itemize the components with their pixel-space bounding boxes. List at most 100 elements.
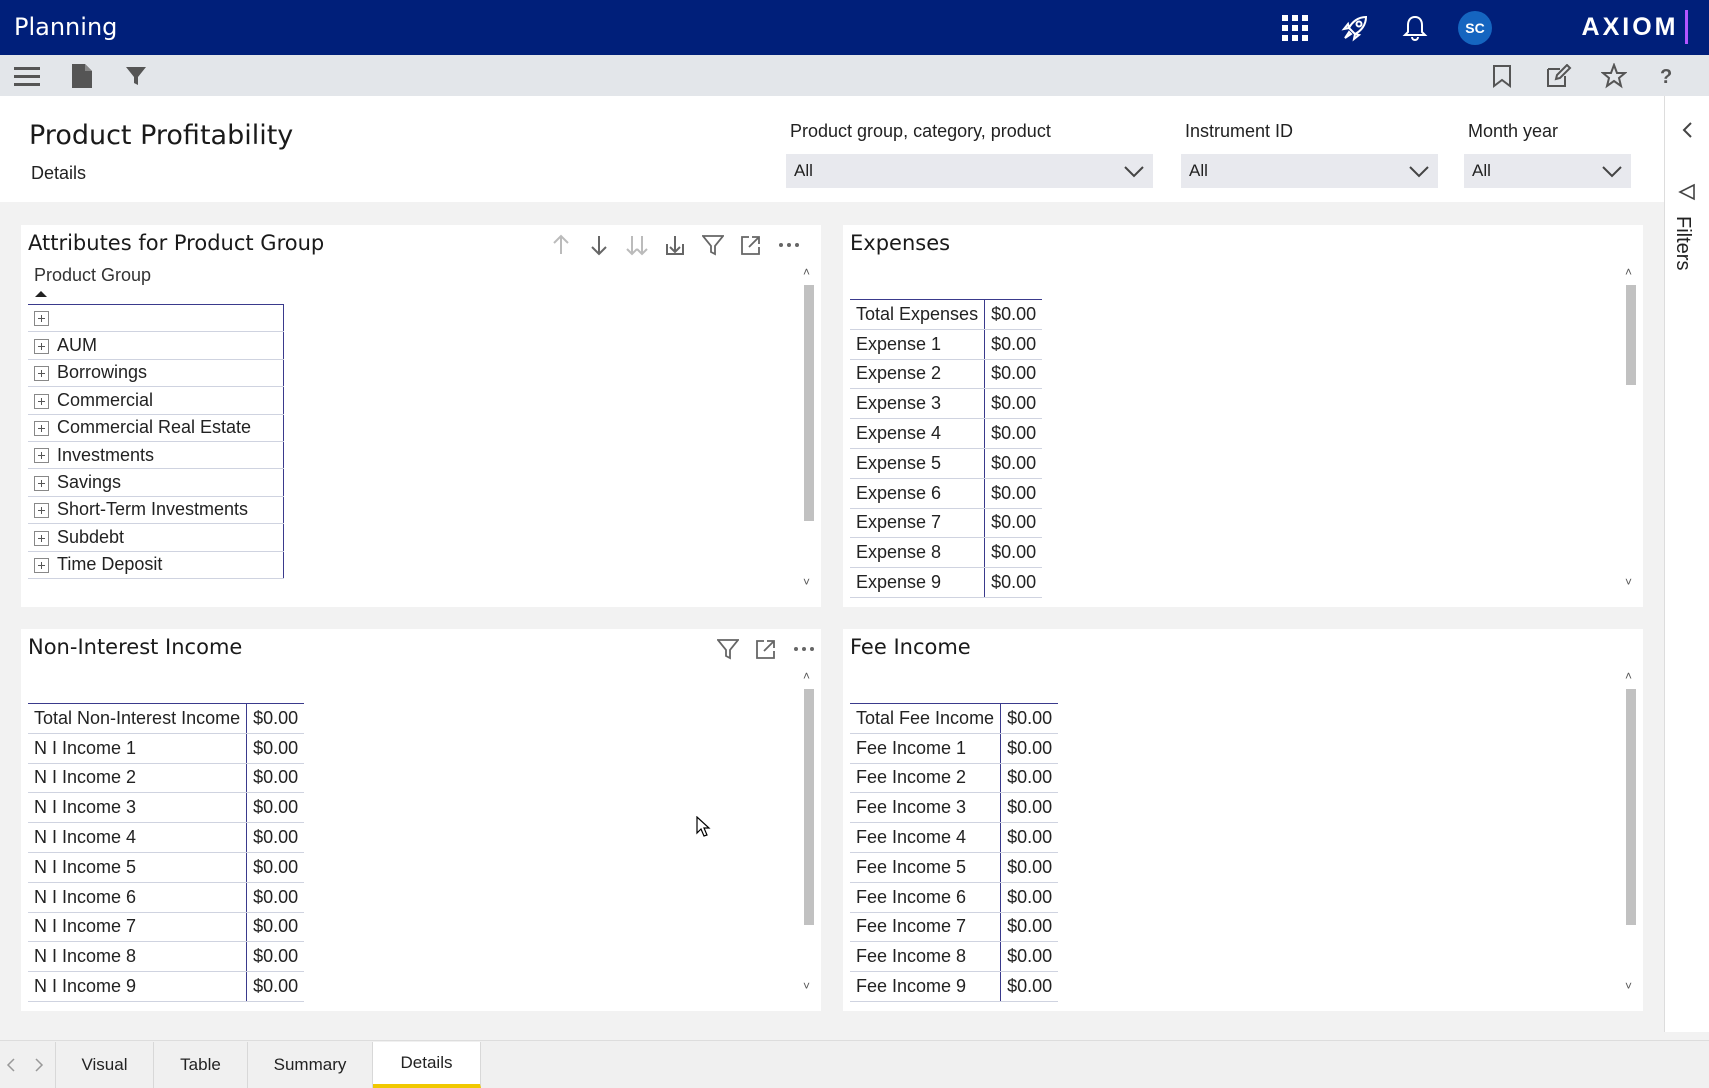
table-row[interactable]: Expense 2 $0.00 xyxy=(850,359,1043,390)
table-row[interactable] xyxy=(28,303,284,333)
move-up-icon[interactable] xyxy=(542,231,580,259)
panel-filter-icon[interactable] xyxy=(694,231,732,259)
filter-month-select[interactable]: All xyxy=(1464,154,1631,188)
table-row[interactable]: N I Income 8 $0.00 xyxy=(28,941,305,973)
expand-plus-icon[interactable] xyxy=(34,311,49,327)
table-row[interactable]: Total Expenses $0.00 xyxy=(850,299,1043,330)
notifications-bell-icon[interactable] xyxy=(1397,10,1433,46)
table-row[interactable]: N I Income 3 $0.00 xyxy=(28,792,305,824)
table-row[interactable]: N I Income 5 $0.00 xyxy=(28,852,305,883)
table-row[interactable]: Fee Income 3 $0.00 xyxy=(850,792,1059,824)
expand-plus-icon[interactable] xyxy=(34,557,49,573)
table-row[interactable]: N I Income 9 $0.00 xyxy=(28,971,305,1002)
scroll-down-icon[interactable]: ˅ xyxy=(1625,575,1632,589)
scroll-up-icon[interactable]: ˄ xyxy=(1625,669,1632,683)
scroll-down-icon[interactable]: ˅ xyxy=(1625,979,1632,993)
table-row[interactable]: Fee Income 1 $0.00 xyxy=(850,733,1059,764)
table-row[interactable]: Expense 1 $0.00 xyxy=(850,329,1043,360)
expand-all-icon[interactable] xyxy=(618,231,656,259)
expand-plus-icon[interactable] xyxy=(34,448,49,464)
filter-product-select[interactable]: All xyxy=(786,154,1153,188)
table-row[interactable]: Subdebt xyxy=(28,523,284,552)
expand-plus-icon[interactable] xyxy=(34,475,49,491)
table-row[interactable]: Savings xyxy=(28,468,284,497)
filter-pin-icon[interactable] xyxy=(1678,183,1696,201)
expand-plus-icon[interactable] xyxy=(34,366,49,382)
table-row[interactable]: Fee Income 6 $0.00 xyxy=(850,882,1059,913)
filter-instrument-select[interactable]: All xyxy=(1181,154,1438,188)
table-row[interactable]: N I Income 7 $0.00 xyxy=(28,912,305,943)
table-row[interactable]: Total Non-Interest Income $0.00 xyxy=(28,703,305,734)
table-row[interactable]: Expense 9 $0.00 xyxy=(850,567,1043,598)
tab-details[interactable]: Details xyxy=(373,1042,481,1088)
expand-plus-icon[interactable] xyxy=(34,338,49,354)
scroll-up-icon[interactable]: ˄ xyxy=(803,669,810,683)
focus-mode-icon[interactable] xyxy=(732,231,770,259)
scroll-thumb[interactable] xyxy=(1626,689,1636,925)
table-row[interactable]: Borrowings xyxy=(28,359,284,388)
column-header-product-group[interactable]: Product Group xyxy=(34,265,151,286)
scroll-up-icon[interactable]: ˄ xyxy=(1625,265,1632,279)
table-row[interactable]: Time Deposit xyxy=(28,551,284,579)
rocket-icon[interactable] xyxy=(1337,10,1373,46)
tab-visual[interactable]: Visual xyxy=(55,1042,154,1088)
panel-filter-icon[interactable] xyxy=(709,635,747,663)
table-row[interactable]: N I Income 6 $0.00 xyxy=(28,882,305,913)
focus-mode-icon[interactable] xyxy=(747,635,785,663)
collapse-chevron-icon[interactable] xyxy=(1681,121,1693,139)
table-row[interactable]: Expense 7 $0.00 xyxy=(850,508,1043,539)
table-row[interactable]: N I Income 4 $0.00 xyxy=(28,822,305,853)
table-row[interactable]: Expense 6 $0.00 xyxy=(850,478,1043,509)
scroll-down-icon[interactable]: ˅ xyxy=(803,979,810,993)
menu-icon[interactable] xyxy=(11,60,43,92)
more-options-icon[interactable] xyxy=(785,635,823,663)
document-icon[interactable] xyxy=(66,60,98,92)
user-avatar[interactable]: SC xyxy=(1458,11,1492,45)
table-row[interactable]: Short-Term Investments xyxy=(28,496,284,525)
table-row[interactable]: Fee Income 5 $0.00 xyxy=(850,852,1059,883)
table-row[interactable]: Fee Income 9 $0.00 xyxy=(850,971,1059,1002)
edit-icon[interactable] xyxy=(1543,60,1575,92)
scroll-thumb[interactable] xyxy=(804,285,814,521)
tab-scroll-left-icon[interactable] xyxy=(6,1058,16,1072)
tab-scroll-right-icon[interactable] xyxy=(34,1058,44,1072)
more-options-icon[interactable] xyxy=(770,231,808,259)
expand-plus-icon[interactable] xyxy=(34,393,49,409)
table-row[interactable]: Expense 5 $0.00 xyxy=(850,448,1043,479)
table-row[interactable]: Commercial Real Estate xyxy=(28,414,284,442)
tab-table[interactable]: Table xyxy=(154,1042,248,1088)
scroll-down-icon[interactable]: ˅ xyxy=(803,575,810,589)
table-row[interactable]: AUM xyxy=(28,331,284,360)
drill-down-icon[interactable] xyxy=(656,231,694,259)
expand-plus-icon[interactable] xyxy=(34,530,49,546)
table-row[interactable]: Fee Income 7 $0.00 xyxy=(850,912,1059,943)
table-row[interactable]: Commercial xyxy=(28,386,284,415)
fee-scrollbar[interactable]: ˄ ˅ xyxy=(1624,669,1638,999)
scroll-up-icon[interactable]: ˄ xyxy=(803,265,810,279)
table-row[interactable]: Fee Income 4 $0.00 xyxy=(850,822,1059,853)
scroll-thumb[interactable] xyxy=(1626,285,1636,385)
tab-summary[interactable]: Summary xyxy=(248,1042,373,1088)
move-down-icon[interactable] xyxy=(580,231,618,259)
table-row[interactable]: Expense 3 $0.00 xyxy=(850,388,1043,420)
table-row[interactable]: Expense 4 $0.00 xyxy=(850,418,1043,449)
expand-plus-icon[interactable] xyxy=(34,503,49,519)
app-launcher-icon[interactable] xyxy=(1277,10,1313,46)
nii-scrollbar[interactable]: ˄ ˅ xyxy=(802,669,816,999)
expand-plus-icon[interactable] xyxy=(34,421,49,436)
bookmark-icon[interactable] xyxy=(1486,60,1518,92)
filter-icon[interactable] xyxy=(120,60,152,92)
table-row[interactable]: Investments xyxy=(28,441,284,470)
table-row[interactable]: N I Income 1 $0.00 xyxy=(28,733,305,764)
expenses-scrollbar[interactable]: ˄ ˅ xyxy=(1624,265,1638,595)
scroll-thumb[interactable] xyxy=(804,689,814,925)
help-icon[interactable]: ? xyxy=(1650,60,1682,92)
table-row[interactable]: N I Income 2 $0.00 xyxy=(28,763,305,794)
table-row[interactable]: Expense 8 $0.00 xyxy=(850,537,1043,569)
table-row[interactable]: Fee Income 8 $0.00 xyxy=(850,941,1059,973)
favorite-star-icon[interactable] xyxy=(1598,60,1630,92)
table-row[interactable]: Total Fee Income $0.00 xyxy=(850,703,1059,734)
attributes-scrollbar[interactable]: ˄ ˅ xyxy=(802,265,816,595)
table-row[interactable]: Fee Income 2 $0.00 xyxy=(850,763,1059,794)
filters-rail-label[interactable]: Filters xyxy=(1671,216,1694,296)
